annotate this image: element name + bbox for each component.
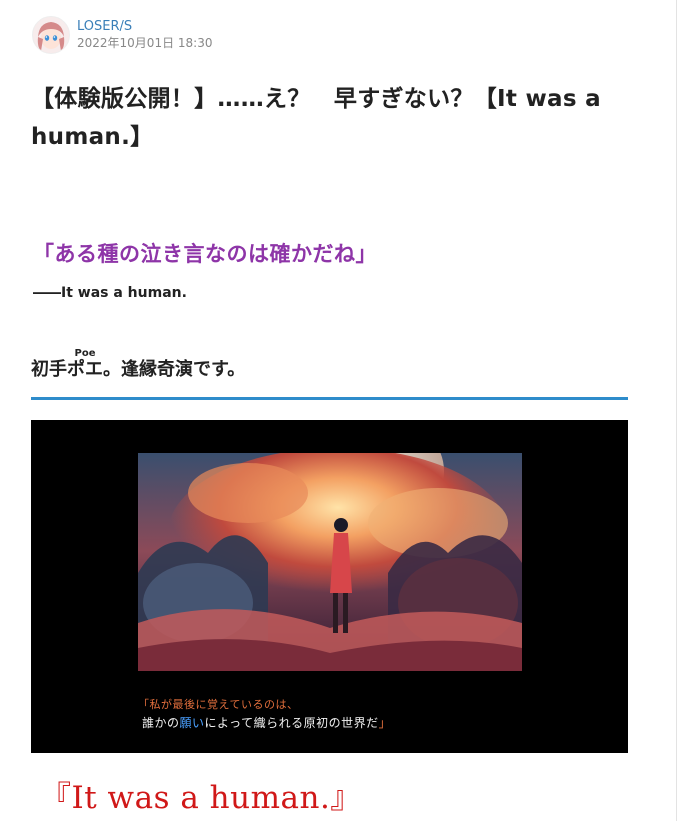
scrollbar-track[interactable] — [676, 0, 677, 821]
post-title: 【体験版公開！】……え？ 早すぎない？【It was a human.】 — [31, 86, 601, 150]
dialogue-highlight: 願い — [179, 716, 205, 730]
heading-part2: 。逢縁奇演です。 — [103, 359, 246, 380]
author-header: LOSER/S 2022年10月01日 18:30 — [32, 16, 212, 54]
dialogue-line-1: 「私が最後に覚えているのは、 — [138, 698, 299, 711]
ruby-base: ポエ — [67, 359, 103, 380]
dialogue-line-2: 誰かの願いによって織られる原初の世界だ」 — [142, 714, 522, 731]
avatar-image — [33, 17, 69, 53]
section-heading: 初手ポエPoe。逢縁奇演です。 — [31, 348, 628, 400]
quote-attribution: ――It was a human. — [33, 285, 187, 301]
dialogue-close-quote: 」 — [378, 716, 392, 730]
dialogue-text-a: 誰かの — [142, 716, 180, 730]
game-title-heading: 『It was a human.』 — [40, 780, 362, 816]
avatar[interactable] — [32, 16, 70, 54]
game-screenshot[interactable]: 「私が最後に覚えているのは、 誰かの願いによって織られる原初の世界だ」 — [31, 420, 628, 753]
heading-part1: 初手 — [31, 359, 67, 380]
heading-ruby: ポエPoe — [67, 348, 103, 380]
ruby-text: Poe — [67, 348, 103, 359]
game-key-art — [138, 453, 522, 671]
author-name-link[interactable]: LOSER/S — [77, 19, 212, 35]
dialogue-text-b: によって織られる原初の世界だ — [204, 716, 379, 730]
post-date: 2022年10月01日 18:30 — [77, 35, 213, 50]
game-dialogue: 「私が最後に覚えているのは、 誰かの願いによって織られる原初の世界だ」 — [138, 696, 522, 731]
quote-text: 「ある種の泣き言なのは確かだね」 — [33, 242, 377, 266]
